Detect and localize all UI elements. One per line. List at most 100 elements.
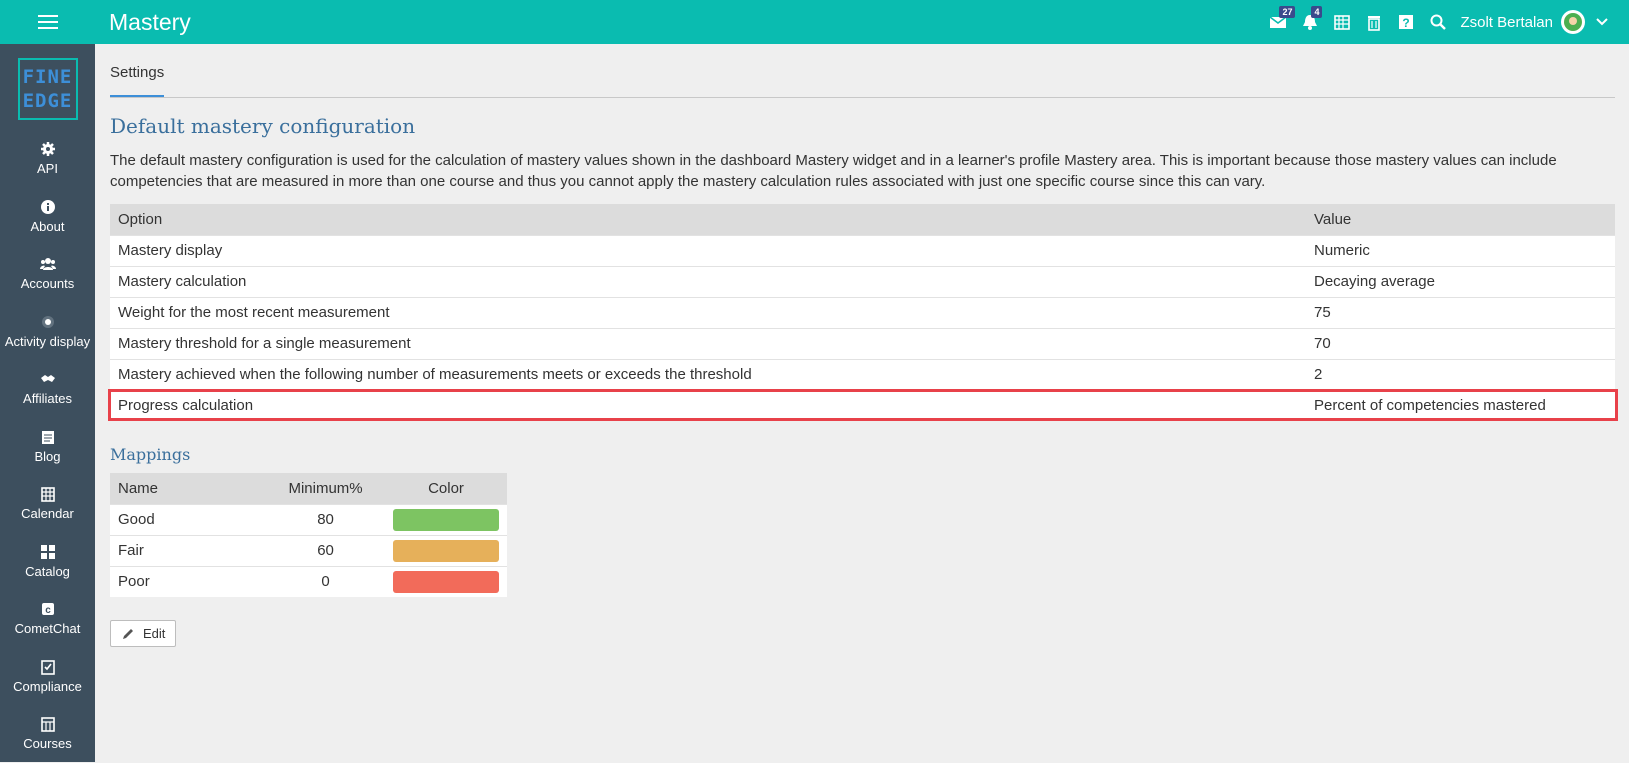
svg-text:?: ?: [1403, 16, 1410, 30]
value-cell: Numeric: [1306, 234, 1615, 266]
dot-icon: [41, 315, 54, 328]
avatar[interactable]: [1561, 10, 1585, 34]
value-cell: Decaying average: [1306, 265, 1615, 297]
info-icon: [40, 199, 55, 214]
sidebar-item-catalog[interactable]: Catalog: [0, 533, 95, 591]
help-button[interactable]: ?: [1390, 0, 1422, 44]
minimum-column-header: Minimum%: [266, 473, 385, 504]
color-swatch: [393, 570, 499, 593]
color-swatch: [393, 539, 499, 562]
option-cell: Weight for the most recent measurement: [110, 296, 1306, 328]
chevron-down-icon[interactable]: [1595, 17, 1609, 27]
sidebar-item-label: Accounts: [20, 276, 75, 292]
option-cell: Mastery calculation: [110, 265, 1306, 297]
sidebar-item-about[interactable]: About: [0, 188, 95, 246]
sidebar-item-label: Compliance: [13, 678, 82, 694]
name-cell: Fair: [110, 534, 267, 566]
sidebar-item-label: API: [37, 161, 58, 177]
sidebar-item-cometchat[interactable]: c CometChat: [0, 590, 95, 648]
option-cell: Mastery display: [110, 234, 1306, 266]
value-cell: 2: [1306, 358, 1615, 390]
courses-icon: [40, 717, 55, 733]
calendar-button[interactable]: [1326, 0, 1358, 44]
color-column-header: Color: [385, 473, 507, 504]
table-row: Progress calculation Percent of competen…: [110, 389, 1615, 421]
sidebar-item-calendar[interactable]: Calendar: [0, 475, 95, 533]
minimum-cell: 60: [266, 534, 385, 566]
messages-badge: 27: [1279, 6, 1296, 18]
logo-line-2: EDGE: [22, 90, 73, 112]
sidebar-item-label: Courses: [23, 736, 72, 752]
table-row: Poor 0: [110, 565, 507, 597]
edit-button-label: Edit: [143, 626, 166, 641]
messages-button[interactable]: 27: [1262, 0, 1296, 44]
calendar-icon: [40, 487, 55, 503]
app-title: Mastery: [109, 8, 191, 35]
color-cell: [385, 503, 507, 535]
pencil-icon: [123, 628, 133, 639]
top-bar: Mastery 27 4 ? Zsolt Bertalan: [0, 0, 1629, 44]
table-row: Mastery calculation Decaying average: [110, 265, 1615, 297]
users-icon: [39, 258, 56, 271]
sidebar-item-activity-display[interactable]: Activity display: [0, 303, 95, 361]
user-name[interactable]: Zsolt Bertalan: [1460, 14, 1553, 31]
chat-icon: c: [41, 603, 54, 616]
sidebar-item-api[interactable]: API: [0, 130, 95, 188]
notifications-button[interactable]: 4: [1294, 0, 1326, 44]
option-column-header: Option: [110, 204, 1306, 235]
sidebar-item-compliance[interactable]: Compliance: [0, 648, 95, 706]
sidebar-item-label: Catalog: [25, 563, 70, 579]
trash-button[interactable]: [1358, 0, 1390, 44]
hamburger-icon: [37, 13, 58, 31]
table-row: Mastery display Numeric: [110, 234, 1615, 266]
sidebar-item-label: Calendar: [21, 506, 74, 522]
sidebar-item-label: About: [30, 218, 65, 234]
clipboard-icon: [40, 659, 55, 675]
calendar-icon: [1334, 15, 1351, 30]
handshake-icon: [40, 375, 55, 383]
name-cell: Good: [110, 503, 267, 535]
mappings-table: Name Minimum% Color Good 80 Fair 60 Poor…: [110, 473, 507, 597]
table-row: Mastery threshold for a single measureme…: [110, 327, 1615, 359]
sidebar-item-label: Blog: [34, 448, 61, 464]
minimum-cell: 80: [266, 503, 385, 535]
fineedge-logo[interactable]: FINE EDGE: [17, 58, 78, 120]
value-cell: 75: [1306, 296, 1615, 328]
table-row: Mastery achieved when the following numb…: [110, 358, 1615, 390]
sidebar-item-accounts[interactable]: Accounts: [0, 245, 95, 303]
sidebar-item-label: Affiliates: [23, 391, 72, 407]
option-cell: Mastery achieved when the following numb…: [110, 358, 1306, 390]
value-column-header: Value: [1306, 204, 1615, 235]
grid-icon: [40, 544, 55, 559]
table-row: Good 80: [110, 503, 507, 535]
sidebar-item-blog[interactable]: Blog: [0, 418, 95, 476]
top-right-toolbar: 27 4 ? Zsolt Bertalan: [1262, 0, 1609, 44]
menu-button[interactable]: [0, 0, 95, 44]
option-cell: Mastery threshold for a single measureme…: [110, 327, 1306, 359]
value-cell: 70: [1306, 327, 1615, 359]
sidebar-item-affiliates[interactable]: Affiliates: [0, 360, 95, 418]
table-row: Fair 60: [110, 534, 507, 566]
sidebar-item-courses[interactable]: Courses: [0, 705, 95, 763]
svg-text:c: c: [45, 605, 51, 616]
help-icon: ?: [1399, 15, 1414, 30]
color-cell: [385, 565, 507, 597]
sidebar-item-label: CometChat: [14, 621, 81, 637]
main-content: Settings Default mastery configuration T…: [95, 44, 1629, 762]
color-cell: [385, 534, 507, 566]
table-header-row: Option Value: [110, 204, 1615, 235]
table-row: Weight for the most recent measurement 7…: [110, 296, 1615, 328]
mappings-title: Mappings: [110, 445, 191, 464]
search-button[interactable]: [1422, 0, 1454, 44]
notifications-badge: 4: [1311, 6, 1323, 18]
option-cell: Progress calculation: [110, 389, 1306, 421]
blog-icon: [41, 430, 54, 444]
edit-button[interactable]: Edit: [110, 620, 177, 647]
logo-line-1: FINE: [22, 66, 73, 88]
config-table: Option Value Mastery display Numeric Mas…: [110, 204, 1615, 421]
tab-settings[interactable]: Settings: [110, 64, 165, 97]
page-title: Default mastery configuration: [110, 114, 416, 138]
gear-icon: [40, 142, 55, 157]
color-swatch: [393, 508, 499, 531]
sidebar: FINE EDGE API About Accounts Activity di…: [0, 44, 95, 762]
